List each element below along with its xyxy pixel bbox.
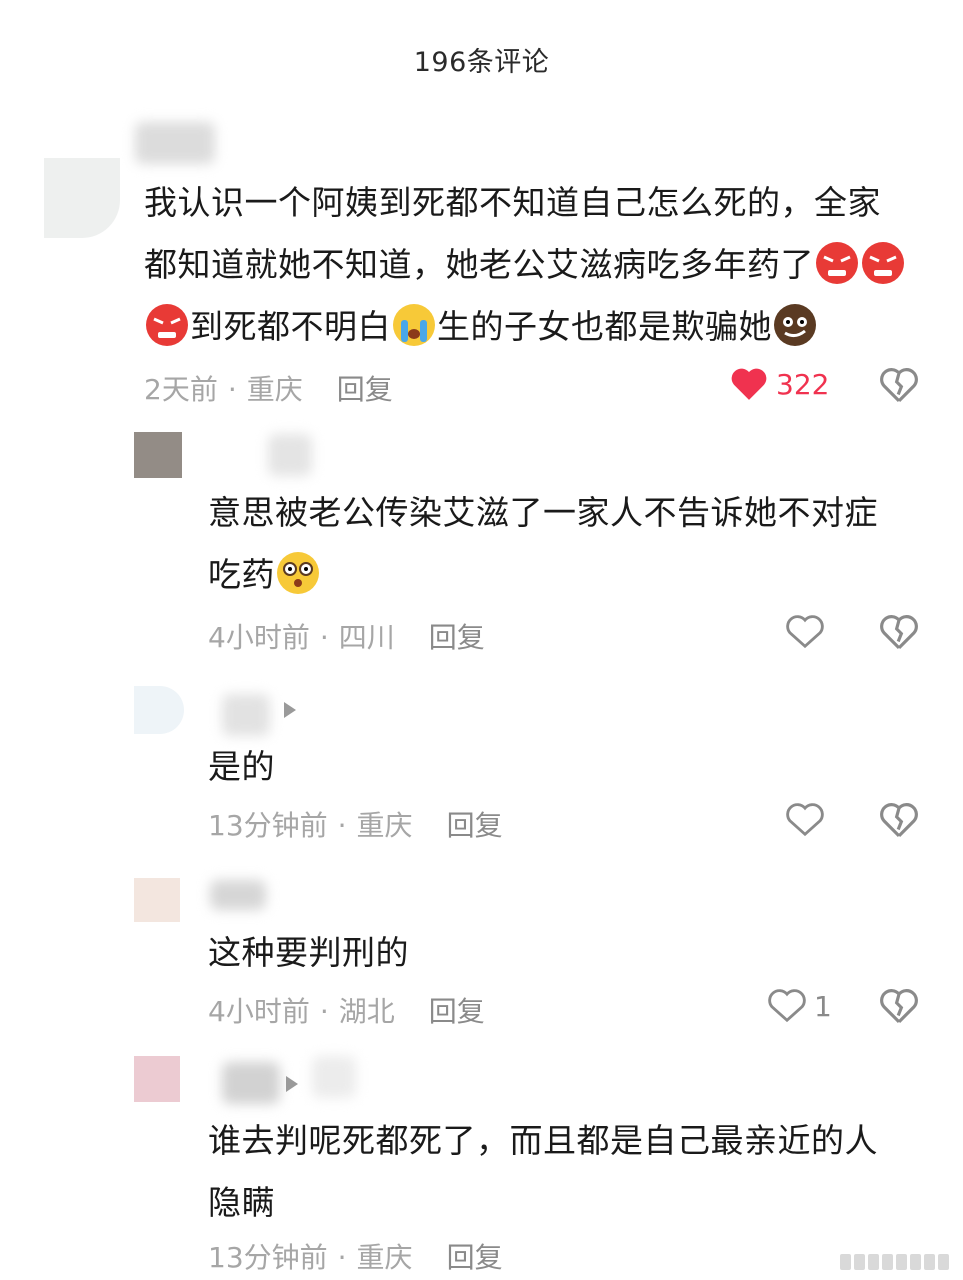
username-blurred[interactable] [268, 434, 312, 476]
comment-item: 意思被老公传染艾滋了一家人不告诉她不对症吃药 4小时前 · 四川 回复 [0, 430, 963, 670]
comment-item: 谁去判呢死都死了，而且都是自己最亲近的人隐瞒 13分钟前 · 重庆 回复 [0, 1056, 963, 1280]
angry-face-emoji [860, 240, 906, 286]
comment-text: 这种要判刑的 [208, 922, 908, 984]
comment-location: 四川 [338, 621, 395, 654]
comment-meta: 4小时前 · 四川 回复 [208, 616, 485, 656]
comment-text-part: 这种要判刑的 [208, 933, 409, 972]
avatar[interactable] [134, 686, 184, 734]
like-button[interactable] [786, 802, 832, 838]
separator-dot: · [227, 373, 237, 406]
like-button[interactable] [786, 614, 832, 650]
comment-time: 13分钟前 [208, 809, 328, 842]
sly-face-emoji [772, 302, 818, 348]
reply-button[interactable]: 回复 [337, 373, 393, 406]
reply-button[interactable]: 回复 [429, 621, 485, 654]
broken-heart-icon [880, 615, 918, 649]
comment-item: 是的 13分钟前 · 重庆 回复 [0, 686, 963, 856]
reply-button[interactable]: 回复 [447, 809, 503, 842]
reply-button[interactable]: 回复 [447, 1241, 503, 1274]
dislike-button[interactable] [880, 802, 918, 842]
comment-meta: 2天前 · 重庆 回复 [144, 368, 393, 408]
username-blurred[interactable] [135, 122, 215, 164]
comment-time: 4小时前 [208, 621, 310, 654]
comment-location: 重庆 [356, 1241, 413, 1274]
dislike-button[interactable] [880, 367, 918, 407]
username-blurred[interactable] [210, 880, 266, 910]
dislike-button[interactable] [880, 988, 918, 1028]
comment-meta: 13分钟前 · 重庆 回复 [208, 1236, 503, 1276]
arrow-right-icon [286, 1076, 298, 1092]
separator-dot: · [319, 621, 329, 654]
broken-heart-icon [880, 989, 918, 1023]
comment-text-part: 谁去判呢死都死了，而且都是自己最亲近的人隐瞒 [208, 1121, 878, 1222]
heart-icon [731, 368, 767, 400]
arrow-right-icon [284, 702, 296, 718]
comment-meta: 4小时前 · 湖北 回复 [208, 990, 485, 1030]
avatar[interactable] [134, 1056, 180, 1102]
username-blurred[interactable] [312, 1056, 356, 1098]
reply-button[interactable]: 回复 [429, 995, 485, 1028]
comment-text-part: 到死都不明白 [190, 307, 391, 346]
like-count: 322 [776, 367, 830, 401]
like-count: 1 [814, 989, 832, 1023]
comment-text-part: 我认识一个阿姨到死都不知道自己怎么死的，全家都知道就她不知道，她老公艾滋病吃多年… [144, 183, 881, 284]
angry-face-emoji [144, 302, 190, 348]
username-blurred[interactable] [222, 694, 270, 736]
dislike-button[interactable] [880, 614, 918, 654]
angry-face-emoji [814, 240, 860, 286]
comment-item: 我认识一个阿姨到死都不知道自己怎么死的，全家都知道就她不知道，她老公艾滋病吃多年… [0, 118, 963, 418]
separator-dot: · [337, 809, 347, 842]
comment-text: 意思被老公传染艾滋了一家人不告诉她不对症吃药 [208, 482, 908, 606]
watermark [840, 1254, 949, 1270]
comment-time: 4小时前 [208, 995, 310, 1028]
comment-text: 我认识一个阿姨到死都不知道自己怎么死的，全家都知道就她不知道，她老公艾滋病吃多年… [144, 172, 914, 358]
comment-text: 是的 [208, 736, 908, 798]
avatar[interactable] [134, 432, 182, 478]
comment-time: 13分钟前 [208, 1241, 328, 1274]
comment-location: 湖北 [338, 995, 395, 1028]
heart-icon [786, 615, 824, 649]
comment-location: 重庆 [246, 373, 303, 406]
comment-count-title: 196条评论 [413, 47, 550, 78]
comment-text-part: 生的子女也都是欺骗她 [437, 307, 772, 346]
like-button[interactable]: 1 [768, 988, 832, 1024]
crying-face-emoji [391, 302, 437, 348]
comment-time: 2天前 [144, 373, 218, 406]
heart-icon [768, 989, 806, 1023]
comment-item: 这种要判刑的 4小时前 · 湖北 回复 1 [0, 878, 963, 1038]
broken-heart-icon [880, 803, 918, 837]
comment-text-part: 是的 [208, 747, 275, 786]
dizzy-face-emoji [275, 550, 321, 596]
heart-icon [786, 803, 824, 837]
comment-text: 谁去判呢死都死了，而且都是自己最亲近的人隐瞒 [208, 1110, 908, 1234]
separator-dot: · [337, 1241, 347, 1274]
like-button[interactable]: 322 [730, 366, 829, 402]
broken-heart-icon [880, 368, 918, 402]
comment-location: 重庆 [356, 809, 413, 842]
comment-meta: 13分钟前 · 重庆 回复 [208, 804, 503, 844]
avatar[interactable] [134, 878, 180, 922]
username-blurred[interactable] [222, 1062, 280, 1104]
separator-dot: · [319, 995, 329, 1028]
avatar[interactable] [44, 158, 120, 238]
